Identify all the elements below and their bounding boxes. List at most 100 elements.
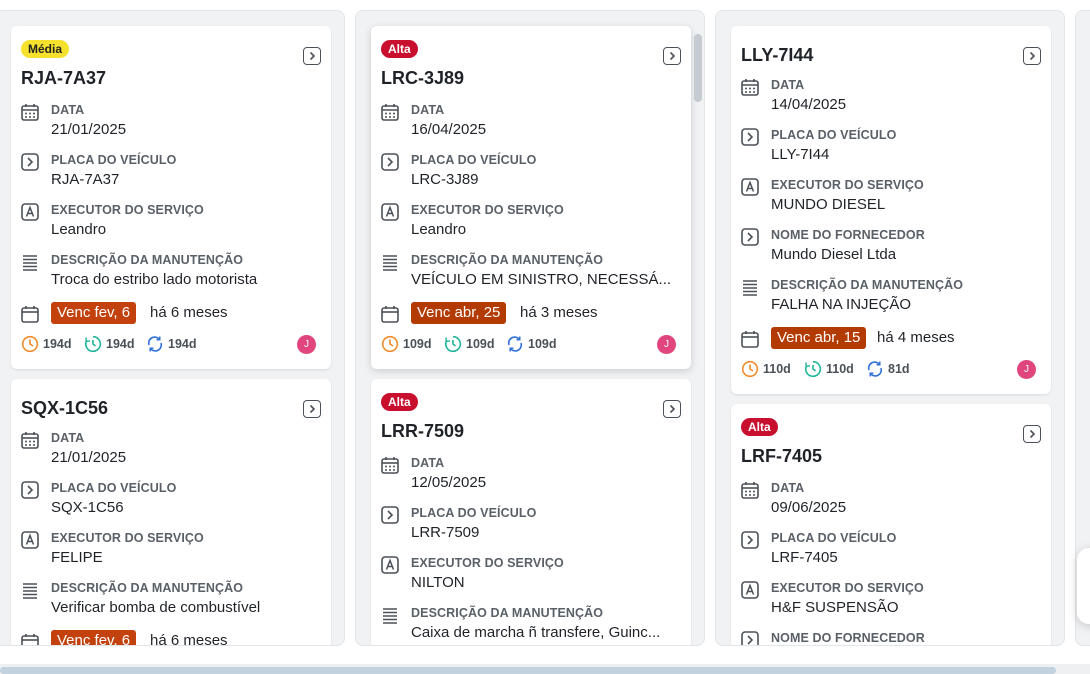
field-value: LRR-7509 <box>411 524 480 541</box>
field-label: DATA <box>411 456 445 470</box>
field-value: Caixa de marcha ñ transfere, Guinc... <box>411 624 661 641</box>
field-label: EXECUTOR DO SERVIÇO <box>771 178 924 192</box>
open-card-icon[interactable] <box>1023 425 1041 443</box>
card-title: LLY-7I44 <box>741 45 814 65</box>
chevron-square-icon <box>741 228 759 246</box>
field-value: MUNDO DIESEL <box>771 196 886 213</box>
stat-sync: 81d <box>866 360 910 378</box>
field-descricao: DESCRIÇÃO DA MANUTENÇÃO VEÍCULO EM SINIS… <box>381 253 681 293</box>
kanban-card[interactable]: Média RJA-7A37 DATA 21/01/2025 PLACA DO … <box>11 26 331 369</box>
field-value: H&F SUSPENSÃO <box>771 599 899 616</box>
field-label: NOME DO FORNECEDOR <box>771 228 925 242</box>
list-lines-icon <box>23 255 37 271</box>
chevron-square-icon <box>741 128 759 146</box>
stat-value: 109d <box>466 337 495 351</box>
stat-timer: 110d <box>804 360 854 378</box>
column-scrollbar[interactable] <box>694 34 702 102</box>
stat-timer: 194d <box>84 335 135 353</box>
stat-value: 194d <box>43 337 72 351</box>
field-label: PLACA DO VEÍCULO <box>771 531 897 545</box>
open-card-icon[interactable] <box>663 400 681 418</box>
due-ago: há 6 meses <box>150 632 228 646</box>
due-row: Venc fev, 6 há 6 meses <box>21 302 321 326</box>
avatar[interactable]: J <box>297 335 316 354</box>
card-title: LRR-7509 <box>381 421 465 441</box>
calendar-icon <box>381 457 399 474</box>
card-title: LRC-3J89 <box>381 68 465 88</box>
priority-badge: Média <box>21 40 70 58</box>
field-value: Verificar bomba de combustível <box>51 599 261 616</box>
field-descricao: DESCRIÇÃO DA MANUTENÇÃO Verificar bomba … <box>21 581 321 621</box>
kanban-card[interactable]: Alta LRC-3J89 DATA 16/04/2025 PLACA DO V… <box>371 26 691 369</box>
field-value: Troca do estribo lado motorista <box>51 271 258 288</box>
letter-a-square-icon <box>381 556 399 574</box>
kanban-column-1: Média RJA-7A37 DATA 21/01/2025 PLACA DO … <box>0 10 345 646</box>
avatar[interactable]: J <box>657 335 676 354</box>
field-value: Leandro <box>411 221 467 238</box>
due-badge: Venc fev, 6 <box>51 630 137 645</box>
field-placa: PLACA DO VEÍCULO RJA-7A37 <box>21 153 321 193</box>
field-executor: EXECUTOR DO SERVIÇO NILTON <box>381 556 681 596</box>
sync-icon <box>867 361 883 377</box>
field-data: DATA 14/04/2025 <box>741 78 1041 118</box>
field-label: DATA <box>411 103 445 117</box>
field-value: Leandro <box>51 221 107 238</box>
field-descricao: DESCRIÇÃO DA MANUTENÇÃO Troca do estribo… <box>21 253 321 293</box>
field-label: PLACA DO VEÍCULO <box>411 153 537 167</box>
list-lines-icon <box>23 583 37 599</box>
stats-row: 109d 109d 109d <box>381 335 681 355</box>
clock-icon <box>381 335 399 353</box>
due-calendar-icon <box>741 331 759 348</box>
clock-icon <box>741 360 759 378</box>
field-label: PLACA DO VEÍCULO <box>411 506 537 520</box>
board-scrollbar-thumb[interactable] <box>0 667 1056 674</box>
priority-badge: Alta <box>741 418 778 436</box>
due-ago: há 6 meses <box>150 304 228 321</box>
stats-row: 194d 194d 194d <box>21 335 321 355</box>
field-value: 21/01/2025 <box>51 121 127 138</box>
field-data: DATA 16/04/2025 <box>381 103 681 143</box>
due-badge: Venc fev, 6 <box>51 302 137 324</box>
open-card-icon[interactable] <box>303 47 321 65</box>
open-card-icon[interactable] <box>303 400 321 418</box>
field-label: PLACA DO VEÍCULO <box>771 128 897 142</box>
chevron-square-icon <box>21 153 39 171</box>
kanban-card[interactable]: LLY-7I44 DATA 14/04/2025 PLACA DO VEÍCUL… <box>731 26 1051 394</box>
chevron-square-icon <box>741 531 759 549</box>
field-label: PLACA DO VEÍCULO <box>51 481 177 495</box>
timer-icon <box>804 360 822 378</box>
due-ago: há 4 meses <box>877 329 955 346</box>
chevron-square-icon <box>741 631 759 645</box>
field-label: EXECUTOR DO SERVIÇO <box>51 531 204 545</box>
open-card-icon[interactable] <box>663 47 681 65</box>
field-placa: PLACA DO VEÍCULO LRF-7405 <box>741 531 1041 571</box>
due-row: Venc fev, 6 há 6 meses <box>21 630 321 646</box>
field-executor: EXECUTOR DO SERVIÇO FELIPE <box>21 531 321 571</box>
open-card-icon[interactable] <box>1023 47 1041 65</box>
kanban-card[interactable]: SQX-1C56 DATA 21/01/2025 PLACA DO VEÍCUL… <box>11 379 331 646</box>
field-label: PLACA DO VEÍCULO <box>51 153 177 167</box>
field-value: 14/04/2025 <box>771 96 847 113</box>
letter-a-square-icon <box>21 531 39 549</box>
kanban-column-3: LLY-7I44 DATA 14/04/2025 PLACA DO VEÍCUL… <box>715 10 1065 646</box>
stat-value: 109d <box>403 337 432 351</box>
field-label: DATA <box>771 78 805 92</box>
field-label: EXECUTOR DO SERVIÇO <box>411 203 564 217</box>
calendar-icon <box>21 432 39 449</box>
side-panel-toggle[interactable] <box>1077 548 1090 624</box>
calendar-icon <box>741 482 759 499</box>
field-label: DESCRIÇÃO DA MANUTENÇÃO <box>51 581 244 595</box>
field-value: FALHA NA INJEÇÃO <box>771 296 912 313</box>
avatar[interactable]: J <box>1017 360 1036 379</box>
kanban-board: Média RJA-7A37 DATA 21/01/2025 PLACA DO … <box>0 0 1090 646</box>
calendar-icon <box>381 104 399 121</box>
kanban-card[interactable]: Alta LRR-7509 DATA 12/05/2025 PLACA DO V… <box>371 379 691 645</box>
card-title: LRF-7405 <box>741 446 823 466</box>
kanban-card[interactable]: Alta LRF-7405 DATA 09/06/2025 PLACA DO V… <box>731 404 1051 645</box>
chevron-square-icon <box>21 481 39 499</box>
stat-sync: 194d <box>146 335 197 353</box>
stat-clock: 109d <box>381 335 432 353</box>
field-label: DATA <box>51 103 85 117</box>
stat-value: 194d <box>106 337 135 351</box>
field-data: DATA 09/06/2025 <box>741 481 1041 521</box>
